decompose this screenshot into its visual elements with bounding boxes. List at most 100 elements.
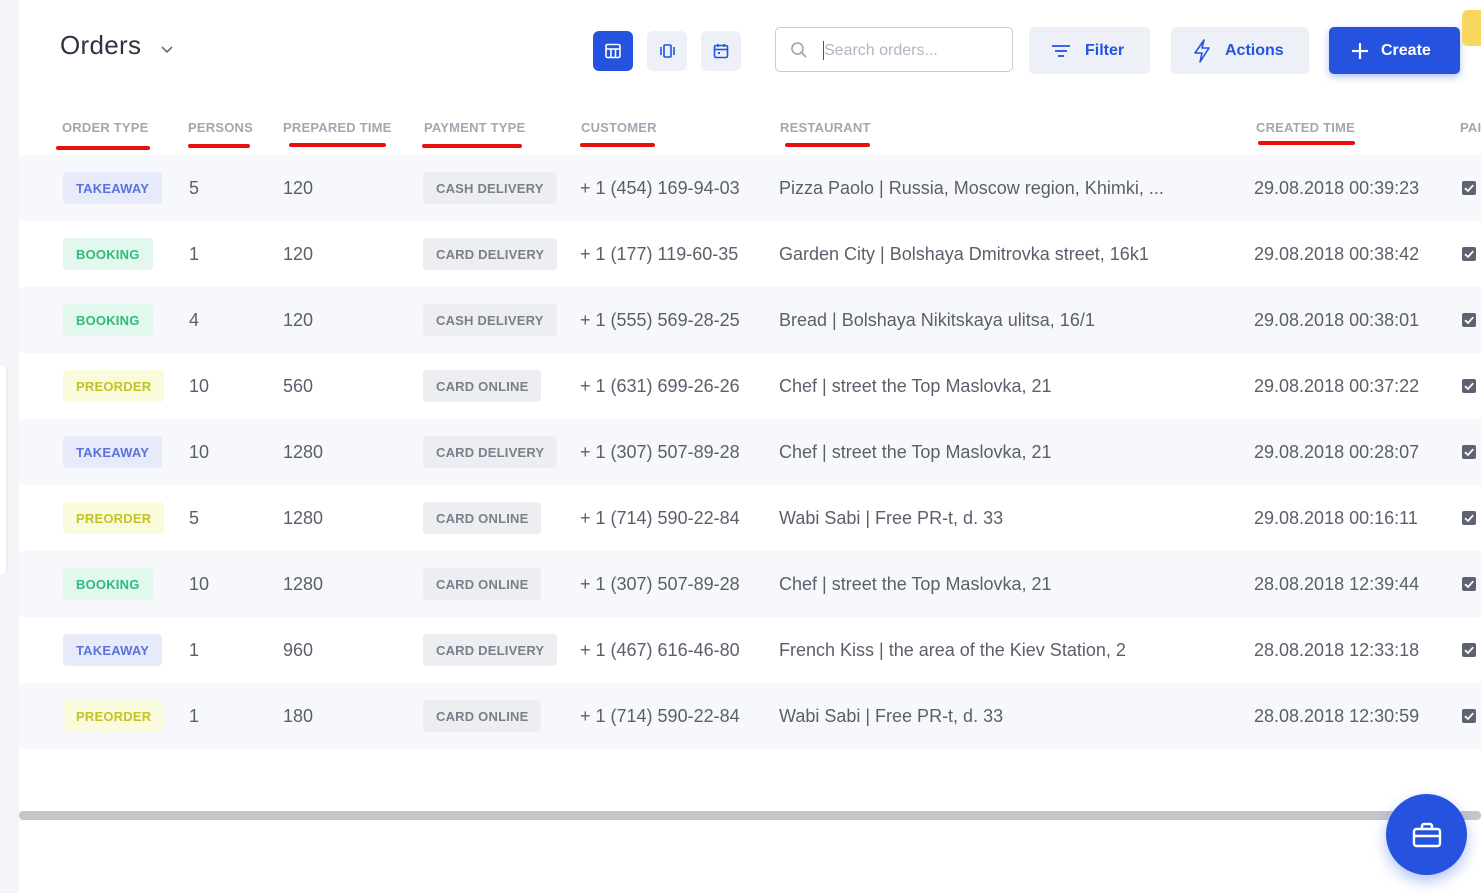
table-row[interactable]: BOOKING 1 120 CARD DELIVERY + 1 (177) 119-60… [19, 221, 1481, 287]
column-header-persons[interactable]: PERSONS [188, 120, 253, 135]
page-title: Orders [60, 30, 142, 60]
persons-cell: 1 [189, 243, 200, 264]
order-type-badge: BOOKING [63, 568, 153, 600]
chevron-down-icon[interactable] [160, 42, 174, 56]
prepared-time-cell: 120 [283, 243, 314, 264]
checkbox-icon[interactable] [1462, 181, 1476, 195]
persons-cell: 10 [189, 573, 210, 594]
prepared-time-cell: 560 [283, 375, 314, 396]
payment-type-badge: CARD ONLINE [423, 370, 542, 402]
customer-cell: + 1 (307) 507-89-28 [580, 441, 740, 462]
checkbox-icon[interactable] [1462, 313, 1476, 327]
briefcase-icon [1412, 822, 1442, 848]
search-icon [790, 41, 808, 64]
customer-cell: + 1 (555) 569-28-25 [580, 309, 740, 330]
persons-cell: 10 [189, 375, 210, 396]
restaurant-cell: Chef | street the Top Maslovka, 21 [779, 375, 1052, 396]
annotation-underline [580, 143, 655, 147]
restaurant-cell: Bread | Bolshaya Nikitskaya ulitsa, 16/1 [779, 309, 1095, 330]
restaurant-cell: Chef | street the Top Maslovka, 21 [779, 573, 1052, 594]
column-header-order-type[interactable]: ORDER TYPE [62, 120, 149, 135]
annotation-underline [422, 144, 522, 148]
payment-type-badge: CARD ONLINE [423, 700, 542, 732]
columns-view-button[interactable] [647, 31, 687, 71]
table-row[interactable]: BOOKING 4 120 CASH DELIVERY + 1 (555) 569-28… [19, 287, 1481, 353]
created-time-cell: 28.08.2018 12:33:18 [1254, 639, 1420, 660]
created-time-cell: 29.08.2018 00:16:11 [1254, 507, 1418, 528]
calendar-view-button[interactable] [701, 31, 741, 71]
side-panel-handle[interactable] [0, 365, 6, 575]
column-header-prepared-time[interactable]: PREPARED TIME [283, 120, 392, 135]
table-row[interactable]: BOOKING 10 1280 CARD ONLINE + 1 (307) 507-89… [19, 551, 1481, 617]
table-row[interactable]: TAKEAWAY 5 120 CASH DELIVERY + 1 (454) 169-9… [19, 155, 1481, 221]
annotation-underline [1258, 141, 1355, 145]
prepared-time-cell: 120 [283, 177, 314, 198]
customer-cell: + 1 (307) 507-89-28 [580, 573, 740, 594]
created-time-cell: 29.08.2018 00:38:42 [1254, 243, 1420, 264]
order-type-badge: PREORDER [63, 700, 165, 732]
table-row[interactable]: PREORDER 5 1280 CARD ONLINE + 1 (714) 590-22… [19, 485, 1481, 551]
actions-label: Actions [1225, 41, 1284, 59]
annotation-underline [289, 143, 386, 147]
column-header-created-time[interactable]: CREATED TIME [1256, 120, 1355, 135]
checkbox-icon[interactable] [1462, 445, 1476, 459]
create-label: Create [1381, 41, 1431, 59]
payment-type-badge: CARD DELIVERY [423, 436, 558, 468]
order-type-badge: TAKEAWAY [63, 172, 163, 204]
created-time-cell: 28.08.2018 12:39:44 [1254, 573, 1420, 594]
search-box[interactable] [775, 27, 1013, 72]
filter-button[interactable]: Filter [1029, 27, 1150, 74]
column-header-customer[interactable]: CUSTOMER [581, 120, 657, 135]
column-header-paid[interactable]: PAI [1460, 120, 1481, 135]
annotation-underline [785, 143, 870, 147]
column-header-payment-type[interactable]: PAYMENT TYPE [424, 120, 525, 135]
column-header-restaurant[interactable]: RESTAURANT [780, 120, 871, 135]
prepared-time-cell: 1280 [283, 441, 324, 462]
created-time-cell: 29.08.2018 00:39:23 [1254, 177, 1420, 198]
order-type-badge: PREORDER [63, 370, 165, 402]
persons-cell: 10 [189, 441, 210, 462]
payment-type-badge: CARD DELIVERY [423, 634, 558, 666]
order-type-badge: PREORDER [63, 502, 165, 534]
actions-button[interactable]: Actions [1171, 27, 1309, 74]
checkbox-icon[interactable] [1462, 577, 1476, 591]
create-button[interactable]: Create [1329, 27, 1460, 74]
annotation-underline [56, 146, 150, 150]
prepared-time-cell: 1280 [283, 573, 324, 594]
table-row[interactable]: TAKEAWAY 10 1280 CARD DELIVERY + 1 (307) 507… [19, 419, 1481, 485]
calendar-view-icon [712, 42, 730, 60]
persons-cell: 5 [189, 177, 200, 198]
payment-type-badge: CARD ONLINE [423, 502, 542, 534]
checkbox-icon[interactable] [1462, 379, 1476, 393]
prepared-time-cell: 120 [283, 309, 314, 330]
horizontal-scrollbar[interactable] [19, 811, 1481, 820]
table-row[interactable]: TAKEAWAY 1 960 CARD DELIVERY + 1 (467) 616-4… [19, 617, 1481, 683]
lightning-icon [1193, 38, 1211, 63]
table-view-button[interactable] [593, 31, 633, 71]
order-type-badge: TAKEAWAY [63, 436, 163, 468]
tools-badge[interactable] [1462, 10, 1481, 46]
restaurant-cell: Wabi Sabi | Free PR-t, d. 33 [779, 507, 1004, 528]
text-cursor [823, 41, 824, 60]
prepared-time-cell: 180 [283, 705, 314, 726]
payment-type-badge: CASH DELIVERY [423, 172, 557, 204]
checkbox-icon[interactable] [1462, 709, 1476, 723]
table-view-icon [604, 42, 622, 60]
annotation-underline [188, 144, 250, 148]
created-time-cell: 28.08.2018 12:30:59 [1254, 705, 1420, 726]
floating-action-button[interactable] [1386, 794, 1467, 875]
table-row[interactable]: PREORDER 1 180 CARD ONLINE + 1 (714) 590-22-… [19, 683, 1481, 749]
persons-cell: 1 [189, 639, 200, 660]
prepared-time-cell: 960 [283, 639, 314, 660]
persons-cell: 4 [189, 309, 200, 330]
filter-label: Filter [1085, 41, 1125, 59]
checkbox-icon[interactable] [1462, 247, 1476, 261]
search-input[interactable] [822, 38, 1006, 64]
order-type-badge: BOOKING [63, 304, 153, 336]
prepared-time-cell: 1280 [283, 507, 324, 528]
checkbox-icon[interactable] [1462, 511, 1476, 525]
checkbox-icon[interactable] [1462, 643, 1476, 657]
order-type-badge: BOOKING [63, 238, 153, 270]
table-row[interactable]: PREORDER 10 560 CARD ONLINE + 1 (631) 699-26… [19, 353, 1481, 419]
customer-cell: + 1 (467) 616-46-80 [580, 639, 740, 660]
